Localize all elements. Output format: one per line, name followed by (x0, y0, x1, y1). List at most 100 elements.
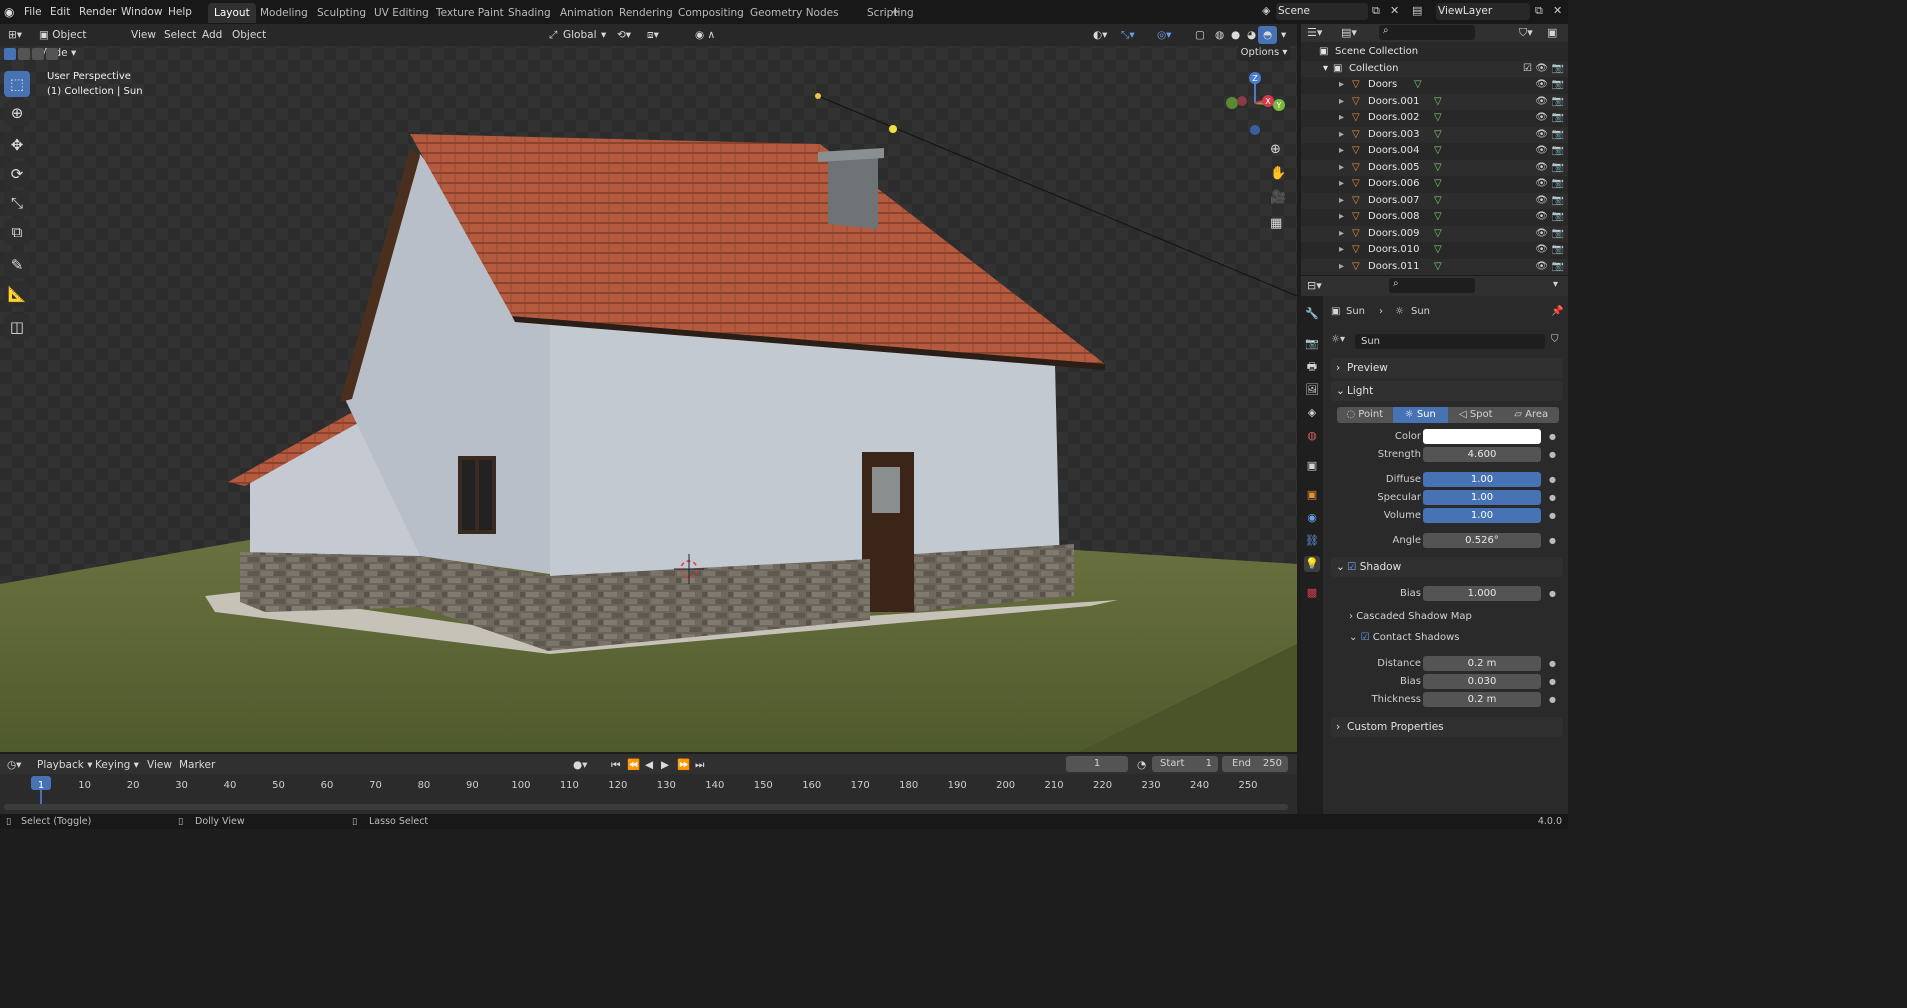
mode-selector[interactable]: ▣ Object Mode ▾ (34, 26, 120, 59)
tab-geometry-nodes[interactable]: Geometry Nodes (744, 3, 845, 23)
outliner-object-row[interactable]: ▸ ▽ Doors.002 ▽ 👁 📷 (1301, 110, 1568, 127)
outliner-object-row[interactable]: ▸ ▽ Doors.007 ▽ 👁 📷 (1301, 192, 1568, 210)
menu-playback[interactable]: Playback ▾ (32, 756, 97, 774)
eye-icon[interactable]: 👁 (1535, 61, 1548, 78)
outliner-object-row[interactable]: ▸ ▽ Doors.010 ▽ 👁 📷 (1301, 242, 1568, 259)
shadow-panel[interactable]: ⌄ ☑ Shadow (1331, 557, 1563, 577)
expand-icon[interactable]: ▸ (1339, 242, 1344, 259)
preview-range-icon[interactable]: ◔ (1132, 756, 1151, 774)
eye-icon[interactable]: 👁 (1535, 242, 1548, 259)
tab-layout[interactable]: Layout (208, 3, 256, 23)
strength-field[interactable]: 4.600 (1423, 447, 1541, 462)
checkbox-icon[interactable]: ☑ (1523, 61, 1532, 78)
options-dropdown[interactable]: Options ▾ (1238, 45, 1290, 61)
view-layer-tab-icon[interactable]: 🖼 (1304, 382, 1320, 398)
scene-tab-icon[interactable]: ◈ (1304, 405, 1320, 421)
outliner-object-row[interactable]: ▸ ▽ Doors ▽ 👁 📷 (1301, 77, 1568, 94)
outliner-search-icon[interactable]: ⌕ (1379, 25, 1475, 40)
data-name-field[interactable]: Sun (1355, 334, 1545, 349)
preview-panel[interactable]: › Preview (1331, 358, 1563, 378)
move-tool-icon[interactable]: ✥ (4, 132, 30, 158)
expand-icon[interactable]: ▸ (1339, 176, 1344, 193)
menu-render[interactable]: Render (74, 3, 121, 21)
pin-icon[interactable]: 📌 (1551, 306, 1563, 317)
light-data-icon[interactable]: ☼▾ (1331, 334, 1345, 345)
expand-icon[interactable]: ▸ (1339, 94, 1344, 111)
add-cube-tool-icon[interactable]: ◫ (4, 314, 30, 340)
keyframe-dot-icon[interactable]: ● (1549, 589, 1556, 598)
perspective-grid-icon[interactable]: ▦ (1270, 216, 1282, 231)
render-tab-icon[interactable]: 📷 (1304, 336, 1320, 352)
keyframe-dot-icon[interactable]: ● (1549, 677, 1556, 686)
start-frame-field[interactable]: Start 1 (1152, 756, 1218, 772)
snap-icon[interactable]: ⧈▾ (642, 26, 664, 44)
eye-icon[interactable]: 👁 (1535, 160, 1548, 177)
delete-scene-icon[interactable]: ✕ (1390, 4, 1399, 17)
volume-field[interactable]: 1.00 (1423, 508, 1541, 523)
light-type-spot[interactable]: ◁ Spot (1448, 407, 1504, 423)
eye-icon[interactable]: 👁 (1535, 176, 1548, 193)
angle-field[interactable]: 0.526° (1423, 533, 1541, 548)
outliner-object-row[interactable]: ▸ ▽ Doors.011 ▽ 👁 📷 (1301, 258, 1568, 275)
editor-type-icon[interactable]: ⊞▾ (3, 26, 27, 44)
outliner-object-row[interactable]: ▸ ▽ Doors.001 ▽ 👁 📷 (1301, 93, 1568, 111)
tab-texture-paint[interactable]: Texture Paint (430, 3, 510, 23)
expand-icon[interactable]: ▸ (1339, 127, 1344, 144)
display-mode-icon[interactable]: ▤▾ (1341, 26, 1357, 39)
keyframe-dot-icon[interactable]: ● (1549, 475, 1556, 484)
eye-icon[interactable]: 👁 (1535, 77, 1548, 94)
new-collection-icon[interactable]: ▣ (1547, 26, 1557, 39)
eye-icon[interactable]: 👁 (1535, 127, 1548, 144)
expand-icon[interactable]: ▸ (1339, 110, 1344, 127)
timeline-editor-icon[interactable]: ◷▾ (2, 756, 26, 774)
outliner-object-row[interactable]: ▸ ▽ Doors.005 ▽ 👁 📷 (1301, 159, 1568, 177)
expand-icon[interactable]: ▸ (1339, 209, 1344, 226)
tab-rendering[interactable]: Rendering (613, 3, 679, 23)
camera-icon[interactable]: 📷 (1552, 176, 1564, 193)
xray-icon[interactable]: ▢ (1190, 26, 1210, 44)
select-invert-icon[interactable] (46, 48, 58, 60)
outliner-editor-icon[interactable]: ☰▾ (1307, 26, 1322, 39)
tab-shading[interactable]: Shading (502, 3, 557, 23)
camera-icon[interactable]: 📷 (1552, 77, 1564, 94)
menu-edit[interactable]: Edit (45, 3, 75, 21)
add-workspace-icon[interactable]: + (884, 3, 907, 23)
end-frame-field[interactable]: End 250 (1222, 756, 1288, 772)
visibility-icon[interactable]: ◐▾ (1088, 26, 1112, 44)
camera-icon[interactable]: 📷 (1552, 127, 1564, 144)
overlay-icon[interactable]: ◎▾ (1152, 26, 1176, 44)
shadow-checkbox-icon[interactable]: ☑ (1347, 561, 1360, 573)
collection-row[interactable]: ▾ ▣ Collection ☑ 👁 📷 (1301, 60, 1568, 78)
eye-icon[interactable]: 👁 (1535, 226, 1548, 243)
record-icon[interactable]: ●▾ (568, 756, 592, 774)
scene-icon[interactable]: ◈ (1262, 4, 1276, 18)
gizmo-icon[interactable]: ⤡▾ (1116, 26, 1140, 44)
blender-logo-icon[interactable]: ◉ (4, 5, 18, 19)
view-layer-icon[interactable]: ▤ (1412, 4, 1422, 17)
light-data-tab-icon[interactable]: 💡 (1304, 556, 1320, 572)
camera-icon[interactable]: 📷 (1552, 160, 1564, 177)
color-swatch[interactable] (1423, 429, 1541, 444)
expand-icon[interactable]: ▸ (1339, 77, 1344, 94)
menu-help[interactable]: Help (163, 3, 197, 21)
properties-options-icon[interactable]: ▾ (1553, 279, 1558, 290)
expand-icon[interactable]: ▸ (1339, 226, 1344, 243)
tab-animation[interactable]: Animation (554, 3, 620, 23)
measure-tool-icon[interactable]: 📐 (4, 281, 30, 307)
3d-viewport[interactable]: ⊞▾ ▣ Object Mode ▾ View Select Add Objec… (0, 24, 1297, 752)
scale-tool-icon[interactable]: ⤡ (4, 190, 30, 216)
contact-shadows-panel[interactable]: ⌄ ☑ Contact Shadows (1349, 632, 1459, 643)
view-layer-selector[interactable]: ViewLayer (1436, 3, 1530, 20)
eye-icon[interactable]: 👁 (1535, 193, 1548, 210)
menu-window[interactable]: Window (116, 3, 167, 21)
keyframe-dot-icon[interactable]: ● (1549, 536, 1556, 545)
light-type-point[interactable]: ◌ Point (1337, 407, 1393, 423)
camera-icon[interactable]: 📷 (1552, 209, 1564, 226)
rotate-tool-icon[interactable]: ⟳ (4, 161, 30, 187)
shading-dropdown-icon[interactable]: ▾ (1276, 26, 1291, 44)
custom-properties-panel[interactable]: › Custom Properties (1331, 717, 1563, 737)
pivot-icon[interactable]: ⟲▾ (612, 26, 636, 44)
keyframe-dot-icon[interactable]: ● (1549, 695, 1556, 704)
menu-view[interactable]: View (142, 756, 177, 774)
eye-icon[interactable]: 👁 (1535, 143, 1548, 160)
